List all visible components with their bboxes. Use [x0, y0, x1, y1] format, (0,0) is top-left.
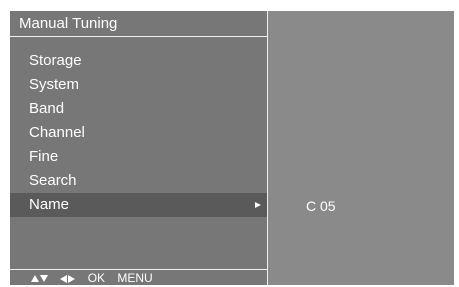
left-arrow-icon — [60, 274, 68, 283]
up-down-arrows-icon — [31, 271, 51, 285]
menu-item-label: Name — [29, 196, 70, 213]
menu-item-storage[interactable]: Storage — [10, 49, 267, 73]
manual-tuning-menu: Manual Tuning Storage System Band Channe… — [10, 11, 268, 285]
menu-item-channel[interactable]: Channel — [10, 121, 267, 145]
menu-item-system[interactable]: System — [10, 73, 267, 97]
value-panel: C 05 — [268, 11, 454, 285]
menu-item-fine[interactable]: Fine — [10, 145, 267, 169]
menu-item-label: Band — [29, 100, 65, 117]
menu-list: Storage System Band Channel Fine Search … — [10, 49, 267, 217]
menu-item-name[interactable]: Name — [10, 193, 267, 217]
ok-key-label: OK — [87, 271, 106, 285]
tv-osd-screen: Manual Tuning Storage System Band Channe… — [10, 11, 454, 285]
menu-title: Manual Tuning — [10, 11, 267, 37]
menu-item-search[interactable]: Search — [10, 169, 267, 193]
left-right-arrows-icon — [60, 271, 78, 285]
down-arrow-icon — [40, 275, 48, 283]
menu-item-label: Fine — [29, 148, 59, 165]
right-arrow-icon — [68, 274, 76, 283]
submenu-arrow-icon — [255, 202, 261, 208]
up-arrow-icon — [31, 275, 39, 283]
menu-item-label: System — [29, 76, 80, 93]
channel-name-value: C 05 — [306, 198, 336, 214]
menu-key-label: MENU — [117, 271, 153, 285]
menu-item-label: Storage — [29, 52, 82, 69]
menu-footer-help: OK MENU — [10, 269, 267, 285]
menu-item-band[interactable]: Band — [10, 97, 267, 121]
menu-item-label: Channel — [29, 124, 85, 141]
menu-item-label: Search — [29, 172, 77, 189]
